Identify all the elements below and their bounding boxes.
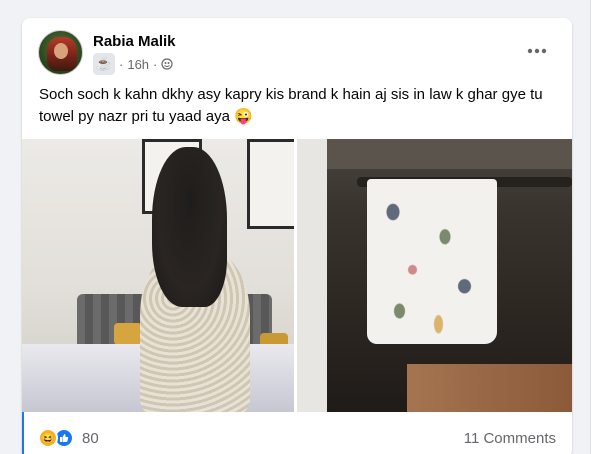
floor xyxy=(407,364,572,412)
avatar-face xyxy=(54,43,68,59)
haha-icon: 😆 xyxy=(38,428,58,448)
oven-top xyxy=(327,139,572,169)
post-image-towel[interactable] xyxy=(297,139,572,412)
post-images xyxy=(22,139,572,412)
wall-frame xyxy=(247,139,294,229)
focus-accent xyxy=(22,412,24,454)
reactions-row: 😆 80 11 Comments xyxy=(22,423,572,453)
reaction-summary[interactable]: 😆 80 xyxy=(38,428,99,448)
towel xyxy=(367,179,497,344)
post-image-bedroom[interactable] xyxy=(22,139,294,412)
post-time[interactable]: 16h xyxy=(127,57,149,72)
more-options-icon[interactable] xyxy=(522,38,552,64)
globe-icon xyxy=(161,58,173,70)
reaction-icons: 😆 xyxy=(38,428,74,448)
meta-separator: · xyxy=(153,56,158,72)
right-column-edge xyxy=(590,0,598,454)
post-meta: ☕ · 16h · xyxy=(93,53,173,75)
pillow xyxy=(114,323,142,345)
meta-separator: · xyxy=(119,56,124,72)
hair xyxy=(152,147,227,307)
comments-link[interactable]: 11 Comments xyxy=(464,430,556,447)
author-name[interactable]: Rabia Malik xyxy=(93,33,176,50)
cabinet-edge xyxy=(297,139,327,412)
post-text: Soch soch k kahn dkhy asy kapry kis bran… xyxy=(39,86,543,125)
coffee-icon: ☕ xyxy=(93,53,115,75)
author-avatar[interactable] xyxy=(38,30,83,75)
post-card: Rabia Malik ☕ · 16h · Soch soch k kahn d… xyxy=(22,18,572,454)
reaction-count: 80 xyxy=(82,429,99,447)
